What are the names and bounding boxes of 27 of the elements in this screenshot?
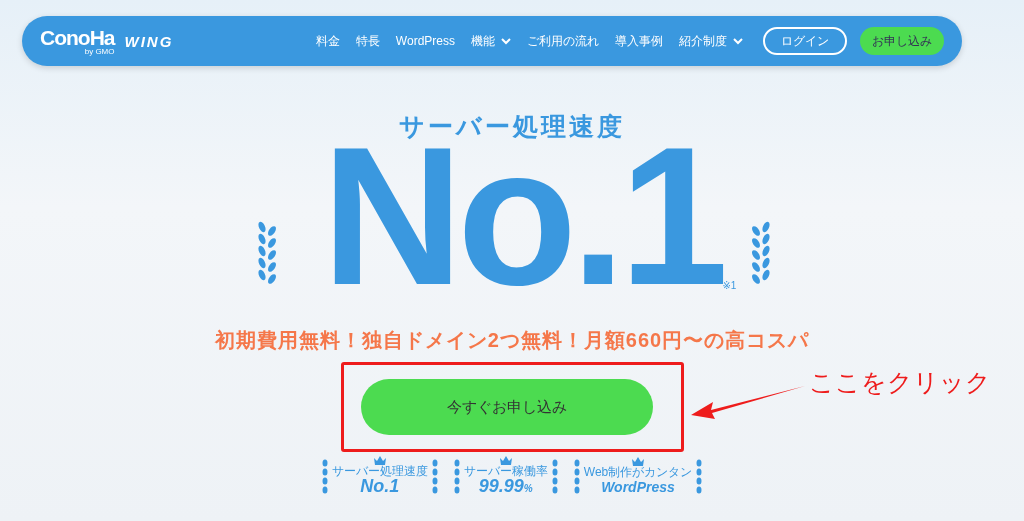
nav-link[interactable]: WordPress xyxy=(395,34,455,48)
badge-value: 99.99% xyxy=(478,477,533,495)
nav-link[interactable]: 紹介制度 xyxy=(679,32,743,50)
crown-icon xyxy=(373,456,386,465)
badge-value: No.1 xyxy=(360,477,400,495)
apply-button[interactable]: お申し込み xyxy=(860,27,944,55)
badge-value: WordPress xyxy=(601,480,675,494)
badge-caption: サーバー処理速度 xyxy=(331,465,428,477)
footnote-mark: ※1 xyxy=(722,280,737,291)
hero-subtitle: サーバー処理速度 xyxy=(399,111,625,142)
apply-now-button[interactable]: 今すぐお申し込み xyxy=(360,379,653,435)
nav-link[interactable]: 機能 xyxy=(471,32,511,50)
product-name: WING xyxy=(124,32,174,50)
badge-caption: サーバー稼働率 xyxy=(463,465,548,477)
badge-caption: Web制作がカンタン xyxy=(583,466,693,478)
crown-icon xyxy=(632,457,644,466)
chevron-down-icon xyxy=(733,37,743,45)
logo[interactable]: ConoHa by GMO xyxy=(40,26,115,56)
nav-link[interactable]: 特長 xyxy=(355,32,380,50)
login-button[interactable]: ログイン xyxy=(763,27,847,55)
crown-icon xyxy=(499,456,512,465)
nav-link[interactable]: 導入事例 xyxy=(615,32,663,50)
nav-link[interactable]: 料金 xyxy=(315,32,340,50)
chevron-down-icon xyxy=(501,37,511,45)
nav-link[interactable]: ご利用の流れ xyxy=(527,32,599,50)
annotation-text: ここをクリック xyxy=(808,367,991,398)
tagline: 初期費用無料！独自ドメイン2つ無料！月額660円〜の高コスパ xyxy=(214,328,810,353)
